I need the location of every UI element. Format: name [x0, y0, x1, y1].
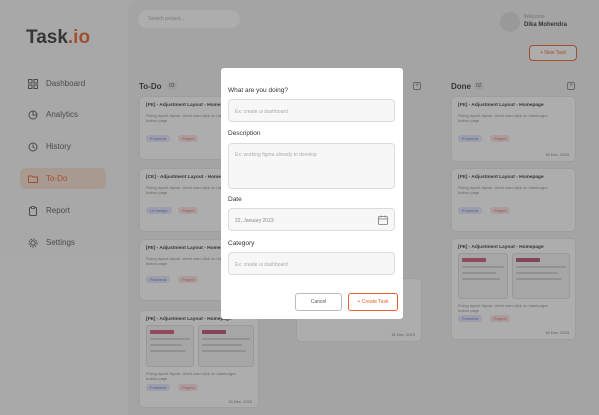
date-input[interactable]: 22, January 2023	[228, 208, 395, 231]
cancel-button[interactable]: Cancel	[295, 293, 342, 311]
task-name-label: What are you doing?	[228, 87, 288, 94]
create-task-button[interactable]: + Create Task	[348, 293, 398, 311]
task-name-input[interactable]: Ex: create ui dashboard	[228, 99, 395, 122]
category-input[interactable]: Ex: create ui dashboard	[228, 252, 395, 275]
description-input[interactable]: Ex: working figma already to develop	[228, 143, 395, 189]
new-task-modal: What are you doing? Ex: create ui dashbo…	[221, 68, 403, 319]
calendar-icon[interactable]	[378, 215, 388, 225]
category-label: Category	[228, 240, 255, 247]
date-value: 22, January 2023	[235, 218, 274, 224]
description-label: Description	[228, 130, 261, 137]
date-label: Date	[228, 196, 242, 203]
